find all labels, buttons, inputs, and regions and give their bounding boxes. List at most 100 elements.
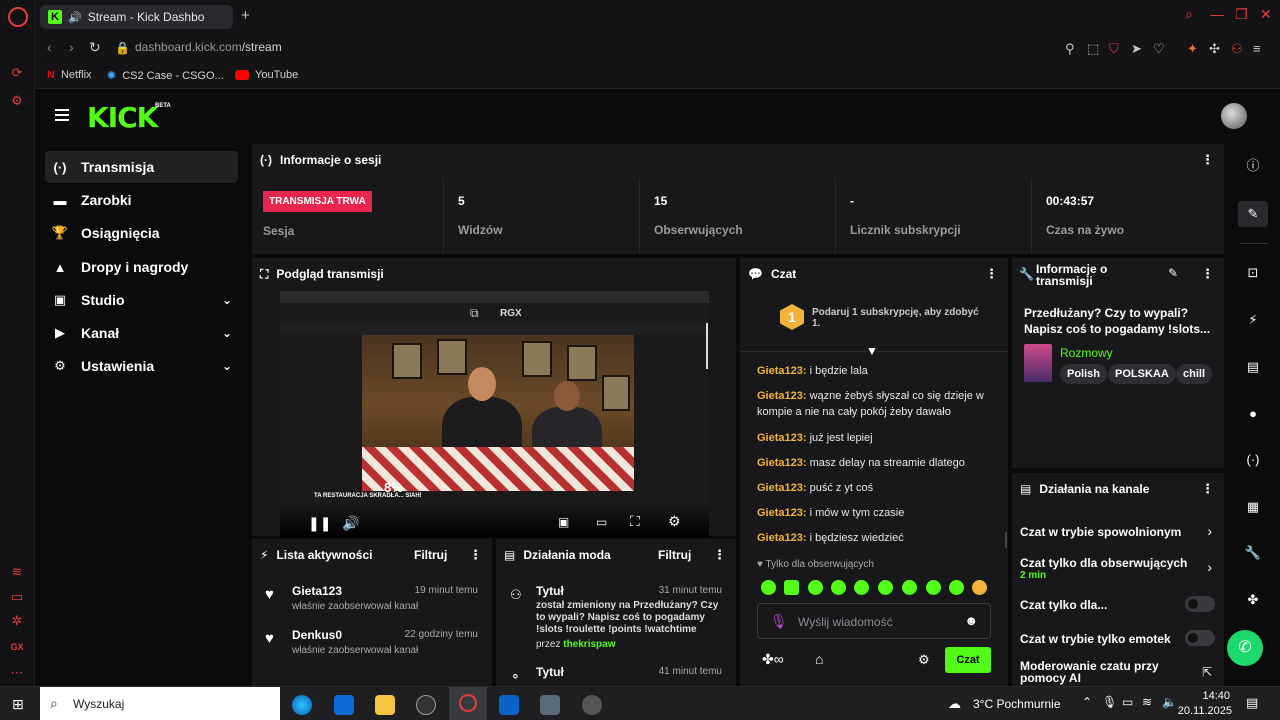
tag-chip[interactable]: POLSKAA: [1108, 364, 1176, 384]
stream-preview[interactable]: ⧉ RGX TA RESTAURACJA SKRADŁA... SIAH! 8%…: [280, 291, 709, 537]
more-icon[interactable]: ⋯: [8, 664, 26, 682]
points-icon[interactable]: ✤: [1242, 589, 1264, 611]
opera-gx-taskbar-active[interactable]: [449, 687, 487, 720]
edit-icon[interactable]: ✎: [1238, 201, 1268, 227]
nav-item-transmisja[interactable]: (·) Transmisja: [45, 151, 238, 183]
toggle-subs-only[interactable]: [1185, 596, 1215, 612]
kebab-menu-icon[interactable]: ⋮: [1201, 481, 1214, 497]
fullscreen-icon[interactable]: ⛶: [630, 513, 640, 530]
back-button[interactable]: ‹: [47, 39, 52, 55]
minimize-button[interactable]: —: [1210, 6, 1224, 22]
new-tab-button[interactable]: +: [241, 7, 250, 24]
preview-scrollbar[interactable]: [706, 323, 708, 369]
wifi-icon[interactable]: ≋: [1142, 695, 1152, 709]
emote-button[interactable]: [902, 580, 917, 595]
whatsapp-icon[interactable]: ✆: [1227, 630, 1263, 666]
points-icon[interactable]: ✤∞: [762, 651, 784, 668]
close-button[interactable]: ✕: [1260, 6, 1272, 23]
chat-user[interactable]: Gieta123:: [757, 532, 807, 544]
windows-start-icon[interactable]: ⊞: [12, 696, 24, 713]
activity-user[interactable]: Denkus0: [292, 628, 342, 642]
heart-icon[interactable]: ♡: [1153, 41, 1165, 57]
weather-text[interactable]: 3°C Pochmurnie: [973, 697, 1061, 711]
bookmark-netflix[interactable]: N Netflix: [47, 69, 92, 81]
gear-icon[interactable]: ⚙: [668, 513, 681, 530]
category-thumbnail[interactable]: [1024, 344, 1052, 382]
emote-button[interactable]: [854, 580, 869, 595]
microphone-icon[interactable]: 🎙: [770, 613, 788, 630]
tab-kick-dashboard[interactable]: K 🔊 Stream - Kick Dashbo: [40, 5, 233, 29]
avatar[interactable]: [1221, 103, 1247, 129]
calculator-icon[interactable]: [540, 695, 560, 715]
document-icon[interactable]: ▤: [1242, 356, 1264, 378]
profile-icon[interactable]: ⚇: [1231, 41, 1243, 57]
shield-icon[interactable]: ⛉: [1109, 41, 1119, 57]
emote-button[interactable]: [784, 580, 799, 595]
chat-bubble-icon[interactable]: ●: [1242, 403, 1264, 425]
gear-icon[interactable]: ✲: [8, 612, 26, 630]
chat-scrollbar[interactable]: [1005, 532, 1007, 548]
filter-button[interactable]: Filtruj: [658, 548, 691, 562]
forward-button[interactable]: ›: [69, 39, 74, 55]
wrench-icon[interactable]: 🔧: [1242, 542, 1264, 564]
notifications-icon[interactable]: ▤: [1246, 695, 1258, 711]
search-icon[interactable]: ⌕: [1185, 6, 1193, 23]
camera-frame-icon[interactable]: ⊡: [1242, 262, 1264, 284]
speaker-icon[interactable]: 🔊: [68, 11, 82, 24]
send-chat-button[interactable]: Czat: [945, 647, 991, 673]
chat-user[interactable]: Gieta123:: [757, 507, 807, 519]
nav-item-studio[interactable]: ▣ Studio ⌄: [45, 284, 238, 316]
volume-icon[interactable]: 🔈: [1162, 695, 1177, 709]
broadcast-icon[interactable]: (·): [1242, 449, 1264, 471]
kebab-menu-icon[interactable]: ⋮: [1201, 266, 1214, 282]
outlook-icon[interactable]: [499, 695, 519, 715]
store-icon[interactable]: [334, 695, 354, 715]
nav-item-kanal[interactable]: ▶ Kanał ⌄: [45, 317, 238, 349]
bookmark-cs2case[interactable]: ✺ CS2 Case - CSGO...: [107, 69, 224, 83]
nav-item-ustawienia[interactable]: ⚙ Ustawienia ⌄: [45, 350, 238, 382]
kebab-menu-icon[interactable]: ⋮: [1201, 152, 1214, 168]
emote-button[interactable]: [972, 580, 987, 595]
chat-input[interactable]: 🎙 Wyślij wiadomość ☻: [757, 603, 991, 639]
emoji-icon[interactable]: ☻: [964, 613, 978, 628]
send-icon[interactable]: ➤: [1131, 41, 1142, 57]
pause-icon[interactable]: ❚❚: [308, 515, 331, 532]
kebab-menu-icon[interactable]: ⋮: [985, 266, 998, 282]
chevron-right-icon[interactable]: ›: [1207, 523, 1212, 539]
refresh-circle-icon[interactable]: ⟳: [8, 64, 26, 82]
reload-button[interactable]: ↻: [89, 39, 101, 56]
category-name[interactable]: Rozmowy: [1060, 346, 1113, 360]
chat-user[interactable]: Gieta123:: [757, 432, 807, 444]
emote-button[interactable]: [761, 580, 776, 595]
edge-icon[interactable]: [292, 695, 312, 715]
opera-logo-icon[interactable]: [8, 7, 28, 27]
gear-icon[interactable]: ⚙: [918, 652, 930, 668]
nav-item-osiagniecia[interactable]: 🏆 Osiągnięcia: [45, 217, 238, 249]
action-followers-only[interactable]: Czat tylko dla obserwujących: [1020, 556, 1187, 570]
dell-icon[interactable]: [416, 695, 436, 715]
activity-user[interactable]: Gieta123: [292, 584, 342, 598]
bookmark-youtube[interactable]: YouTube: [235, 69, 298, 81]
toggle-emote-only[interactable]: [1185, 630, 1215, 646]
maximize-button[interactable]: ❐: [1235, 6, 1248, 23]
clock-time[interactable]: 14:40: [1190, 690, 1230, 702]
menu-icon[interactable]: ≡: [1253, 41, 1261, 56]
emote-button[interactable]: [878, 580, 893, 595]
pin-icon[interactable]: ⚲: [1065, 41, 1075, 57]
kebab-menu-icon[interactable]: ⋮: [469, 547, 482, 563]
nav-item-zarobki[interactable]: ▬ Zarobki: [45, 184, 238, 216]
tag-chip[interactable]: Polish: [1060, 364, 1108, 384]
hamburger-menu-icon[interactable]: [55, 109, 69, 121]
chat-user[interactable]: Gieta123:: [757, 390, 807, 402]
store-icon[interactable]: ⌂: [815, 651, 823, 667]
clock-date[interactable]: 20.11.2025: [1176, 705, 1232, 717]
microphone-icon[interactable]: 🎙: [1102, 695, 1117, 709]
lightning-icon[interactable]: ⚡: [1242, 309, 1264, 331]
volume-icon[interactable]: 🔊: [342, 515, 359, 532]
chat-user[interactable]: Gieta123:: [757, 482, 807, 494]
url-field[interactable]: dashboard.kick.com/stream: [135, 40, 282, 54]
mod-item-author[interactable]: thekrispaw: [563, 639, 615, 650]
emote-button[interactable]: [949, 580, 964, 595]
steam-icon[interactable]: [582, 695, 602, 715]
pencil-icon[interactable]: ✎: [1168, 266, 1178, 280]
